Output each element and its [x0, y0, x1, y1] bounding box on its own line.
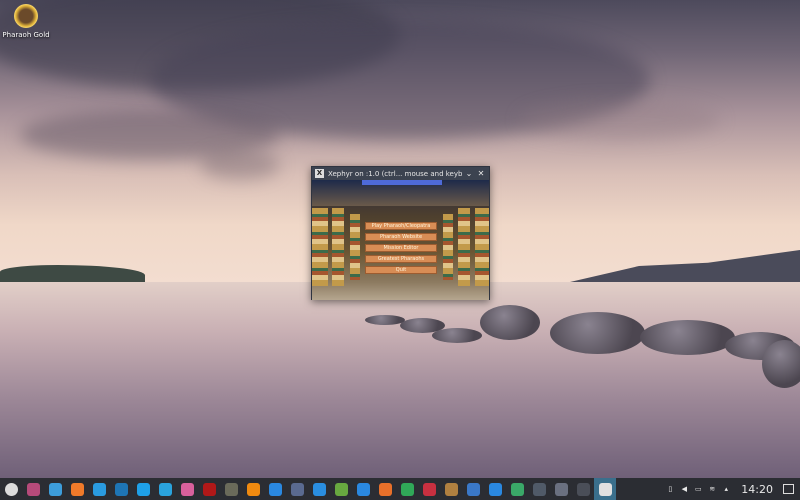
window-titlebar[interactable]: X Xephyr on :1.0 (ctrl... mouse and keyb… — [312, 167, 489, 180]
telegram-icon — [158, 482, 172, 496]
taskbar-store[interactable] — [484, 478, 506, 500]
close-button[interactable]: ✕ — [476, 169, 486, 178]
menu-editor[interactable]: Mission Editor — [365, 244, 437, 252]
system-monitor-icon — [26, 482, 40, 496]
pink-app-icon — [180, 482, 194, 496]
pillar — [332, 208, 344, 286]
taskbar-terminal[interactable] — [572, 478, 594, 500]
left-shore — [0, 265, 145, 282]
mixer-icon — [554, 482, 568, 496]
minimize-button[interactable]: ⌄ — [464, 169, 474, 178]
taskbar-file-manager[interactable] — [44, 478, 66, 500]
taskbar-steam[interactable] — [110, 478, 132, 500]
taskbar-red-app[interactable] — [198, 478, 220, 500]
headphones-app-icon — [268, 482, 282, 496]
menu-play[interactable]: Play Pharaoh/Cleopatra — [365, 222, 437, 230]
battery-icon[interactable]: ▯ — [663, 485, 677, 493]
taskbar-headphones-app[interactable] — [264, 478, 286, 500]
display-icon[interactable]: ▭ — [691, 485, 705, 493]
pillar — [312, 208, 328, 286]
game-main-menu: Play Pharaoh/Cleopatra Pharaoh Website M… — [365, 222, 437, 277]
editor-app-icon — [334, 482, 348, 496]
game-screen[interactable]: Play Pharaoh/Cleopatra Pharaoh Website M… — [312, 180, 489, 300]
library-icon — [444, 482, 458, 496]
taskbar-calculator[interactable] — [528, 478, 550, 500]
stocks-icon — [510, 482, 524, 496]
rock — [550, 312, 645, 354]
xephyr-window[interactable]: X Xephyr on :1.0 (ctrl... mouse and keyb… — [311, 166, 490, 300]
taskbar-edge[interactable] — [88, 478, 110, 500]
steam-icon — [114, 482, 128, 496]
pillar — [458, 208, 470, 286]
document-icon — [356, 482, 370, 496]
presentation-icon — [378, 482, 392, 496]
window-title: Xephyr on :1.0 (ctrl... mouse and keyboa… — [328, 169, 462, 178]
xephyr-app-icon: X — [315, 169, 324, 178]
system-tray: ▯ ◀ ▭ ≋ ▴ 14:20 — [663, 478, 800, 500]
arrow-up-icon[interactable]: ▴ — [719, 485, 733, 493]
rock — [480, 305, 540, 340]
network-app-icon — [312, 482, 326, 496]
firefox-icon — [70, 482, 84, 496]
taskbar-pink-app[interactable] — [176, 478, 198, 500]
taskbar-app-launcher[interactable] — [0, 478, 22, 500]
menu-website[interactable]: Pharaoh Website — [365, 233, 437, 241]
audio-app-icon — [290, 482, 304, 496]
vlc-icon — [246, 482, 260, 496]
spreadsheet-icon — [400, 482, 414, 496]
taskbar-presentation[interactable] — [374, 478, 396, 500]
taskbar-mixer[interactable] — [550, 478, 572, 500]
taskbar-xephyr[interactable] — [594, 478, 616, 500]
taskbar-spreadsheet[interactable] — [396, 478, 418, 500]
rock — [762, 340, 800, 388]
file-manager-icon — [48, 482, 62, 496]
menu-greatest[interactable]: Greatest Pharaohs — [365, 255, 437, 263]
skylight — [362, 180, 442, 185]
taskbar-word-app[interactable] — [462, 478, 484, 500]
game-app-icon — [224, 482, 238, 496]
desktop-icon-pharaoh-gold[interactable]: Pharaoh Gold — [2, 4, 50, 39]
volume-icon[interactable]: ◀ — [677, 485, 691, 493]
taskbar-network-app[interactable] — [308, 478, 330, 500]
pillar — [475, 208, 489, 286]
terminal-icon — [576, 482, 590, 496]
wifi-icon[interactable]: ≋ — [705, 485, 719, 493]
taskbar-document[interactable] — [352, 478, 374, 500]
store-icon — [488, 482, 502, 496]
pharaoh-gold-icon — [14, 4, 38, 28]
taskbar-library[interactable] — [440, 478, 462, 500]
skype-icon — [136, 482, 150, 496]
taskbar-game-app[interactable] — [220, 478, 242, 500]
task-manager — [0, 478, 616, 500]
calculator-icon — [532, 482, 546, 496]
taskbar-audio-app[interactable] — [286, 478, 308, 500]
taskbar-system-monitor[interactable] — [22, 478, 44, 500]
rock — [640, 320, 735, 355]
app-launcher-icon — [4, 482, 18, 496]
pillar — [350, 214, 360, 280]
pillar — [443, 214, 453, 280]
kdenlive-icon — [422, 482, 436, 496]
taskbar-vlc[interactable] — [242, 478, 264, 500]
rock — [432, 328, 482, 343]
word-app-icon — [466, 482, 480, 496]
show-desktop-button[interactable] — [783, 484, 794, 494]
menu-quit[interactable]: Quit — [365, 266, 437, 274]
edge-icon — [92, 482, 106, 496]
clock[interactable]: 14:20 — [741, 483, 773, 496]
rock — [365, 315, 405, 325]
desktop-icon-label: Pharaoh Gold — [2, 31, 50, 39]
wallpaper-lake — [0, 282, 800, 478]
taskbar: ▯ ◀ ▭ ≋ ▴ 14:20 — [0, 478, 800, 500]
red-app-icon — [202, 482, 216, 496]
taskbar-skype[interactable] — [132, 478, 154, 500]
taskbar-telegram[interactable] — [154, 478, 176, 500]
taskbar-editor-app[interactable] — [330, 478, 352, 500]
taskbar-firefox[interactable] — [66, 478, 88, 500]
taskbar-kdenlive[interactable] — [418, 478, 440, 500]
xephyr-icon — [598, 482, 612, 496]
taskbar-stocks[interactable] — [506, 478, 528, 500]
